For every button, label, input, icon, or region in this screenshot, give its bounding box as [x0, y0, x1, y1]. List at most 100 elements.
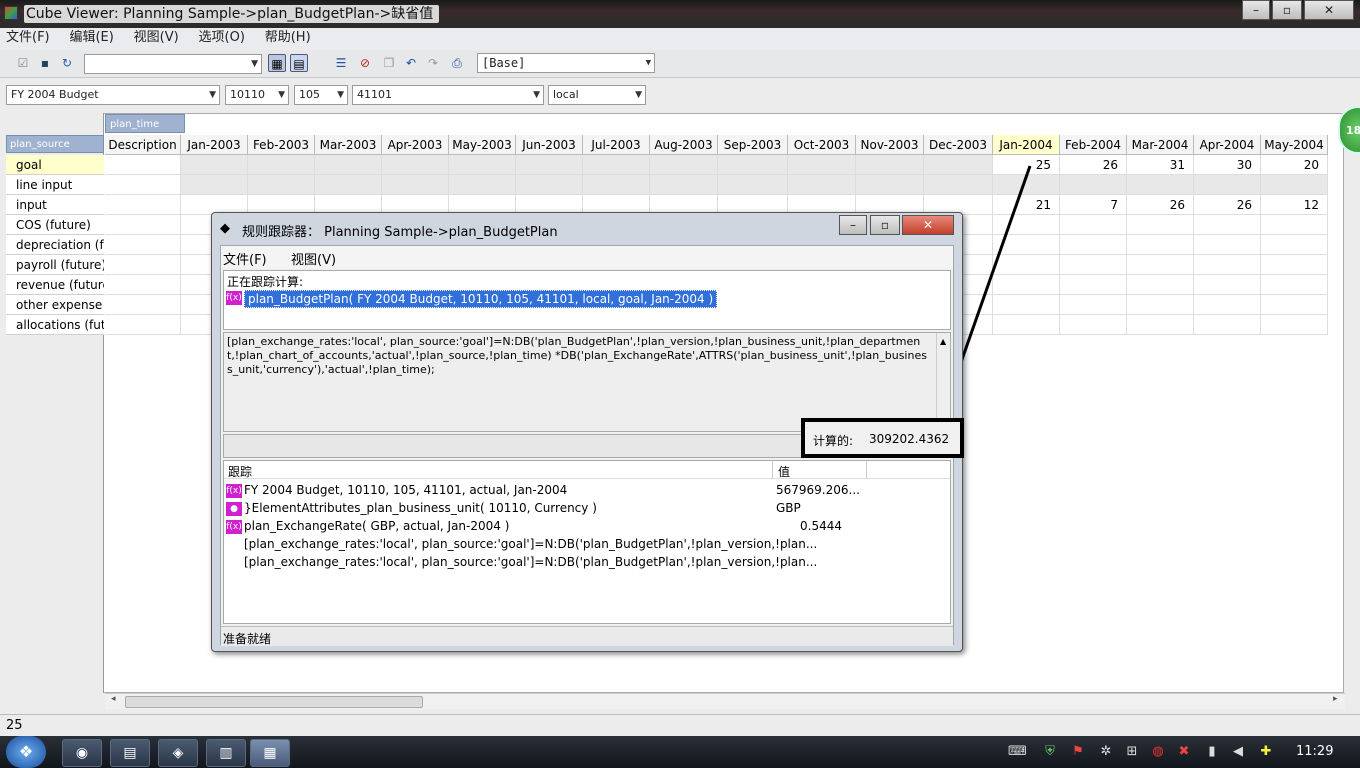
- grid-cell[interactable]: [1060, 295, 1127, 315]
- row-header[interactable]: payroll (future): [6, 255, 104, 275]
- beats-icon[interactable]: ◍: [1150, 744, 1166, 760]
- row-header[interactable]: goal: [6, 155, 104, 175]
- grid-cell[interactable]: [181, 155, 248, 175]
- row-header[interactable]: allocations (futu: [6, 315, 104, 335]
- row-header[interactable]: COS (future): [6, 215, 104, 235]
- row-header[interactable]: revenue (future: [6, 275, 104, 295]
- grid-cell[interactable]: [1127, 235, 1194, 255]
- version-select[interactable]: FY 2004 Budget ▼: [6, 85, 220, 105]
- column-header[interactable]: Feb-2003: [248, 135, 315, 155]
- grid-cell[interactable]: [1261, 315, 1328, 335]
- explorer-icon[interactable]: ▤: [110, 739, 150, 767]
- grid-cell[interactable]: [1127, 275, 1194, 295]
- grid-cell[interactable]: [1060, 255, 1127, 275]
- grid-cell[interactable]: [1127, 175, 1194, 195]
- grid-cell[interactable]: [1127, 295, 1194, 315]
- security-icon[interactable]: ⛨: [1042, 744, 1058, 760]
- settings-icon[interactable]: ✲: [1098, 744, 1114, 760]
- scroll-right-icon[interactable]: ▸: [1333, 694, 1338, 704]
- battery-icon[interactable]: ▮: [1204, 744, 1220, 760]
- column-header[interactable]: Mar-2003: [315, 135, 382, 155]
- column-header[interactable]: Jan-2003: [181, 135, 248, 155]
- trace-row-text[interactable]: [plan_exchange_rates:'local', plan_sourc…: [244, 537, 817, 551]
- column-header[interactable]: Jan-2004: [993, 135, 1060, 155]
- grid-cell[interactable]: 31: [1127, 155, 1194, 175]
- grid-cell[interactable]: [105, 215, 181, 235]
- redo-icon[interactable]: ↷: [424, 54, 442, 72]
- app-icon-1[interactable]: ◈: [158, 739, 198, 767]
- stop-icon[interactable]: ⊘: [356, 54, 374, 72]
- save-icon[interactable]: ▪: [36, 54, 54, 72]
- grid-cell[interactable]: [1194, 175, 1261, 195]
- grid-cell[interactable]: [718, 175, 788, 195]
- trace-row-text[interactable]: plan_ExchangeRate( GBP, actual, Jan-2004…: [244, 519, 509, 533]
- grid-cell[interactable]: [1060, 215, 1127, 235]
- sandbox-select[interactable]: ▼: [84, 54, 262, 74]
- grid-cell[interactable]: [315, 155, 382, 175]
- flag-icon[interactable]: ⚑: [1070, 744, 1086, 760]
- app-icon-2[interactable]: ▥: [206, 739, 246, 767]
- grid-cell[interactable]: [650, 175, 718, 195]
- column-header[interactable]: Nov-2003: [856, 135, 924, 155]
- grid-cell[interactable]: [583, 155, 650, 175]
- grid-cell[interactable]: [788, 155, 856, 175]
- grid-cell[interactable]: [1194, 295, 1261, 315]
- close-button[interactable]: ✕: [1304, 0, 1354, 20]
- department-select[interactable]: 105 ▼: [294, 85, 348, 105]
- grid-cell[interactable]: [382, 155, 449, 175]
- trace-row-text[interactable]: [plan_exchange_rates:'local', plan_sourc…: [244, 555, 817, 569]
- cube-viewer-task-icon[interactable]: ▦: [250, 739, 290, 767]
- export-icon[interactable]: ☰: [332, 54, 350, 72]
- grid-cell[interactable]: 30: [1194, 155, 1261, 175]
- row-header[interactable]: depreciation (fu: [6, 235, 104, 255]
- grid-cell[interactable]: [1194, 235, 1261, 255]
- dialog-menu-file[interactable]: 文件(F): [223, 249, 267, 268]
- grid-cell[interactable]: 12: [1261, 195, 1328, 215]
- grid-cell[interactable]: [181, 175, 248, 195]
- menu-file[interactable]: 文件(F): [0, 28, 60, 48]
- grid-cell[interactable]: [1127, 315, 1194, 335]
- horizontal-scrollbar[interactable]: ◂ ▸: [105, 693, 1345, 709]
- grid-cell[interactable]: [105, 255, 181, 275]
- grid-cell[interactable]: [1261, 235, 1328, 255]
- tracing-cell[interactable]: plan_BudgetPlan( FY 2004 Budget, 10110, …: [244, 290, 718, 308]
- grid-cell[interactable]: [1261, 275, 1328, 295]
- row-dimension-tab[interactable]: plan_source: [6, 135, 104, 153]
- menu-help[interactable]: 帮助(H): [259, 28, 321, 48]
- undo-icon[interactable]: ↶: [402, 54, 420, 72]
- column-header[interactable]: Jul-2003: [583, 135, 650, 155]
- menu-options[interactable]: 选项(O): [193, 28, 255, 48]
- grid-cell[interactable]: [1060, 315, 1127, 335]
- column-header[interactable]: Oct-2003: [788, 135, 856, 155]
- refresh-icon[interactable]: ↻: [58, 54, 76, 72]
- grid-cell[interactable]: 26: [1060, 155, 1127, 175]
- grid-icon[interactable]: ▦: [268, 54, 286, 72]
- trace-row-text[interactable]: FY 2004 Budget, 10110, 105, 41101, actua…: [244, 483, 567, 497]
- grid-cell[interactable]: [1060, 275, 1127, 295]
- dialog-minimize-button[interactable]: –: [839, 215, 867, 235]
- keyboard-icon[interactable]: ⌨: [1008, 744, 1027, 760]
- alert-icon[interactable]: ✖: [1176, 744, 1192, 760]
- column-header[interactable]: Description: [105, 135, 181, 155]
- column-header[interactable]: May-2004: [1261, 135, 1328, 155]
- row-header[interactable]: other expense (: [6, 295, 104, 315]
- grid-cell[interactable]: [650, 155, 718, 175]
- column-header[interactable]: Sep-2003: [718, 135, 788, 155]
- row-header[interactable]: input: [6, 195, 104, 215]
- grid-cell[interactable]: [382, 175, 449, 195]
- grid-cell[interactable]: [449, 155, 516, 175]
- column-header[interactable]: Apr-2004: [1194, 135, 1261, 155]
- grid-cell[interactable]: [105, 275, 181, 295]
- menu-view[interactable]: 视图(V): [128, 28, 189, 48]
- copy-icon[interactable]: ❐: [380, 54, 398, 72]
- chrome-icon[interactable]: ◉: [62, 739, 102, 767]
- grid-cell[interactable]: [1194, 255, 1261, 275]
- column-header[interactable]: Aug-2003: [650, 135, 718, 155]
- volume-icon[interactable]: ◀: [1230, 744, 1246, 760]
- rule-scrollbar[interactable]: ▲: [936, 333, 950, 431]
- grid-cell[interactable]: [1127, 215, 1194, 235]
- grid-cell[interactable]: [105, 295, 181, 315]
- grid-cell[interactable]: 26: [1194, 195, 1261, 215]
- grid-cell[interactable]: [248, 175, 315, 195]
- minimize-button[interactable]: –: [1242, 0, 1270, 20]
